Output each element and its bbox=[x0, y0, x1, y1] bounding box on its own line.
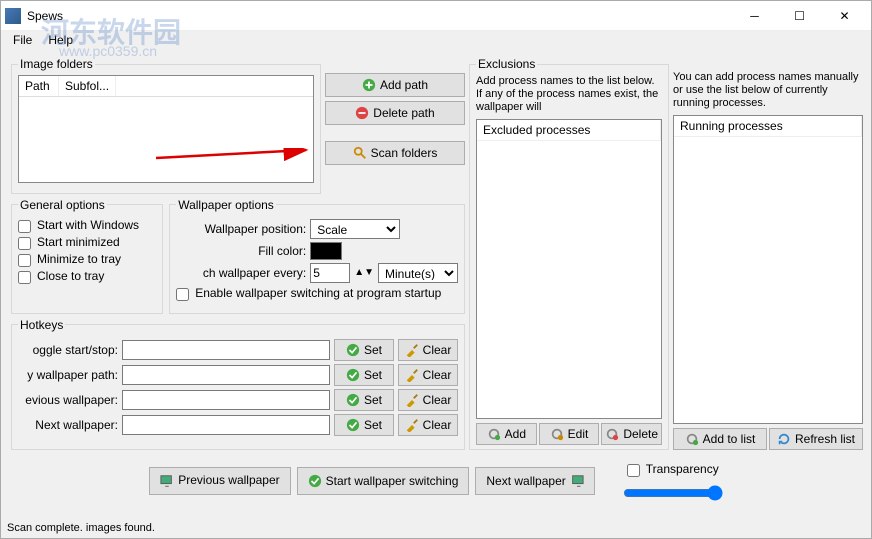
menubar: File Help bbox=[1, 31, 871, 51]
minus-icon bbox=[355, 106, 369, 120]
search-icon bbox=[353, 146, 367, 160]
position-label: Wallpaper position: bbox=[176, 222, 306, 236]
add-path-button[interactable]: Add path bbox=[325, 73, 465, 97]
excl-edit-button[interactable]: Edit bbox=[539, 423, 600, 445]
add-to-list-button[interactable]: Add to list bbox=[673, 428, 767, 450]
hk-next-label: Next wallpaper: bbox=[18, 418, 118, 432]
check-icon bbox=[346, 418, 360, 432]
hk-toggle-input[interactable] bbox=[122, 340, 330, 360]
hk-copy-input[interactable] bbox=[122, 365, 330, 385]
running-list[interactable]: Running processes bbox=[673, 115, 863, 424]
window-title: Spews bbox=[27, 9, 732, 23]
hk-next-input[interactable] bbox=[122, 415, 330, 435]
hotkeys-legend: Hotkeys bbox=[18, 318, 65, 332]
hk-toggle-set[interactable]: Set bbox=[334, 339, 394, 361]
refresh-list-button[interactable]: Refresh list bbox=[769, 428, 863, 450]
col-subfolders[interactable]: Subfol... bbox=[59, 76, 116, 96]
running-group: You can add process names manually or us… bbox=[673, 57, 863, 450]
excl-delete-button[interactable]: Delete bbox=[601, 423, 662, 445]
refresh-icon bbox=[777, 432, 791, 446]
minimize-tray-checkbox[interactable] bbox=[18, 254, 31, 267]
exclusions-legend: Exclusions bbox=[476, 57, 537, 71]
hk-copy-label: y wallpaper path: bbox=[18, 368, 118, 382]
position-select[interactable]: Scale bbox=[310, 219, 400, 239]
monitor-next-icon bbox=[570, 474, 584, 488]
running-desc: You can add process names manually or us… bbox=[673, 71, 863, 111]
folder-list[interactable]: Path Subfol... bbox=[18, 75, 314, 183]
titlebar: Spews ─ ☐ ✕ bbox=[1, 1, 871, 31]
hk-prev-clear[interactable]: Clear bbox=[398, 389, 458, 411]
check-icon bbox=[308, 474, 322, 488]
scan-folders-button[interactable]: Scan folders bbox=[325, 141, 465, 165]
maximize-button[interactable]: ☐ bbox=[777, 2, 822, 30]
menu-help[interactable]: Help bbox=[40, 31, 81, 51]
exclusions-desc: Add process names to the list below. If … bbox=[476, 75, 662, 115]
broom-icon bbox=[405, 343, 419, 357]
transparency-checkbox[interactable] bbox=[627, 464, 640, 477]
running-header[interactable]: Running processes bbox=[674, 116, 862, 137]
interval-unit-select[interactable]: Minute(s) bbox=[378, 263, 458, 283]
check-icon bbox=[346, 368, 360, 382]
start-minimized-checkbox[interactable] bbox=[18, 237, 31, 250]
delete-path-button[interactable]: Delete path bbox=[325, 101, 465, 125]
check-icon bbox=[346, 343, 360, 357]
wallpaper-options-group: Wallpaper options Wallpaper position: Sc… bbox=[169, 198, 465, 314]
prev-wallpaper-button[interactable]: Previous wallpaper bbox=[149, 467, 290, 495]
gear-delete-icon bbox=[605, 427, 619, 441]
check-icon bbox=[346, 393, 360, 407]
broom-icon bbox=[405, 368, 419, 382]
wallpaper-legend: Wallpaper options bbox=[176, 198, 276, 212]
fill-color-picker[interactable] bbox=[310, 242, 342, 260]
start-switching-button[interactable]: Start wallpaper switching bbox=[297, 467, 470, 495]
hk-copy-clear[interactable]: Clear bbox=[398, 364, 458, 386]
hk-copy-set[interactable]: Set bbox=[334, 364, 394, 386]
excluded-list[interactable]: Excluded processes bbox=[476, 119, 662, 419]
image-folders-group: Image folders Path Subfol... bbox=[11, 57, 321, 194]
broom-icon bbox=[405, 393, 419, 407]
minimize-button[interactable]: ─ bbox=[732, 2, 777, 30]
hk-next-set[interactable]: Set bbox=[334, 414, 394, 436]
close-button[interactable]: ✕ bbox=[822, 2, 867, 30]
hk-next-clear[interactable]: Clear bbox=[398, 414, 458, 436]
hk-prev-set[interactable]: Set bbox=[334, 389, 394, 411]
hotkeys-group: Hotkeys oggle start/stop: Set Clear y wa… bbox=[11, 318, 465, 450]
hk-prev-input[interactable] bbox=[122, 390, 330, 410]
app-icon bbox=[5, 8, 21, 24]
plus-icon bbox=[362, 78, 376, 92]
general-options-group: General options Start with Windows Start… bbox=[11, 198, 163, 314]
transparency-slider[interactable] bbox=[623, 485, 723, 501]
transparency-label: Transparency bbox=[646, 462, 719, 476]
excluded-header[interactable]: Excluded processes bbox=[477, 120, 661, 141]
image-folders-legend: Image folders bbox=[18, 57, 95, 71]
next-wallpaper-button[interactable]: Next wallpaper bbox=[475, 467, 594, 495]
hk-toggle-label: oggle start/stop: bbox=[18, 343, 118, 357]
gear-plus-icon bbox=[487, 427, 501, 441]
menu-file[interactable]: File bbox=[5, 31, 40, 51]
monitor-prev-icon bbox=[160, 474, 174, 488]
hk-prev-label: evious wallpaper: bbox=[18, 393, 118, 407]
fill-label: Fill color: bbox=[176, 244, 306, 258]
status-bar: Scan complete. images found. bbox=[1, 520, 871, 538]
change-label: ch wallpaper every: bbox=[176, 266, 306, 280]
enable-startup-checkbox[interactable] bbox=[176, 288, 189, 301]
close-tray-checkbox[interactable] bbox=[18, 271, 31, 284]
excl-add-button[interactable]: Add bbox=[476, 423, 537, 445]
gear-add-icon bbox=[685, 432, 699, 446]
gear-edit-icon bbox=[550, 427, 564, 441]
interval-spinner[interactable] bbox=[310, 263, 350, 283]
hk-toggle-clear[interactable]: Clear bbox=[398, 339, 458, 361]
col-path[interactable]: Path bbox=[19, 76, 59, 96]
general-legend: General options bbox=[18, 198, 107, 212]
exclusions-group: Exclusions Add process names to the list… bbox=[469, 57, 669, 450]
broom-icon bbox=[405, 418, 419, 432]
start-windows-checkbox[interactable] bbox=[18, 220, 31, 233]
